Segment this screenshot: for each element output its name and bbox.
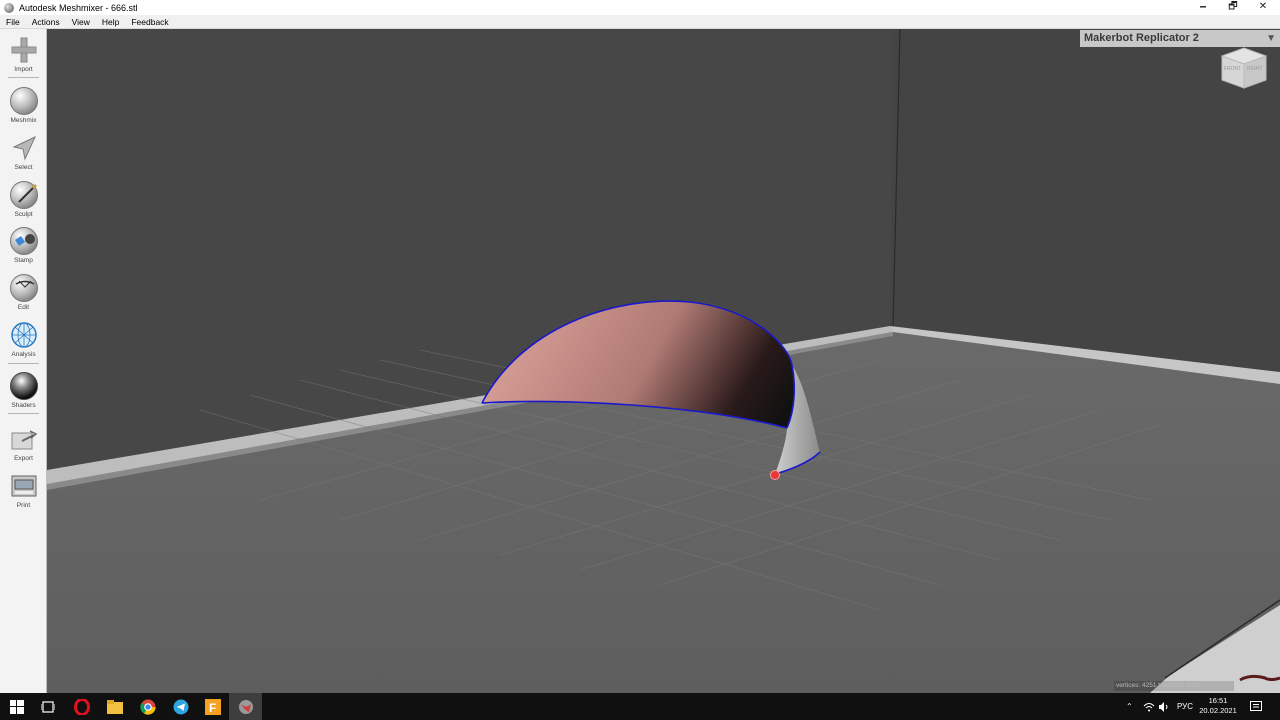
- svg-text:F: F: [209, 701, 216, 715]
- meshmixer-app-icon: [4, 2, 14, 13]
- volume-icon[interactable]: [1158, 693, 1170, 720]
- meshmix-label: Meshmix: [10, 117, 37, 124]
- edit-icon: [9, 274, 38, 302]
- edit-label: Edit: [17, 304, 30, 311]
- tool-separator: [8, 363, 39, 364]
- printer-selector[interactable]: Makerbot Replicator 2 ▼: [1080, 30, 1280, 47]
- export-button[interactable]: Export: [0, 425, 47, 462]
- arrow-cursor-icon: [10, 134, 38, 162]
- printer-icon: [10, 472, 38, 500]
- chrome-icon: [139, 699, 156, 715]
- import-button[interactable]: Import: [0, 36, 47, 73]
- taskbar-clock[interactable]: 16:51 20.02.2021: [1196, 696, 1240, 716]
- task-view-button[interactable]: [31, 693, 64, 720]
- chrome-taskbar-button[interactable]: [131, 693, 164, 720]
- shaders-label: Shaders: [11, 402, 36, 409]
- tray-overflow-icon[interactable]: ⌃: [1126, 693, 1133, 720]
- windows-taskbar: F ⌃ РУС 16:51 20.02.2021: [0, 693, 1280, 720]
- stamp-icon: [9, 227, 38, 255]
- menu-help[interactable]: Help: [96, 17, 125, 27]
- menu-view[interactable]: View: [66, 17, 96, 27]
- menu-actions[interactable]: Actions: [26, 17, 66, 27]
- cube-front-label: FRONT: [1224, 66, 1241, 72]
- export-folder-icon: [10, 425, 38, 453]
- meshmixer-icon: [238, 699, 253, 714]
- export-label: Export: [14, 455, 33, 462]
- edit-button[interactable]: Edit: [0, 274, 47, 311]
- stamp-label: Stamp: [14, 257, 33, 264]
- select-label: Select: [14, 164, 33, 171]
- notifications-icon[interactable]: [1250, 693, 1262, 720]
- language-indicator[interactable]: РУС: [1177, 693, 1193, 720]
- start-button[interactable]: [0, 693, 33, 720]
- title-bar: Autodesk Meshmixer - 666.stl 🗕 🗗 ✕: [0, 0, 1280, 15]
- sculpt-label: Sculpt: [14, 211, 33, 218]
- meshmix-button[interactable]: Meshmix: [0, 87, 47, 124]
- opera-taskbar-button[interactable]: [65, 693, 98, 720]
- tool-separator: [8, 77, 39, 78]
- clock-date: 20.02.2021: [1199, 706, 1237, 715]
- close-button[interactable]: ✕: [1246, 0, 1280, 15]
- view-cube[interactable]: FRONT RIGHT: [1220, 47, 1268, 89]
- import-label: Import: [14, 66, 33, 73]
- plus-icon: [10, 36, 38, 64]
- analysis-wireframe-icon: [10, 321, 38, 349]
- shaders-button[interactable]: Shaders: [0, 372, 47, 409]
- analysis-button[interactable]: Analysis: [0, 321, 47, 358]
- menu-file[interactable]: File: [0, 17, 26, 27]
- opera-icon: [73, 698, 90, 715]
- analysis-label: Analysis: [11, 351, 36, 358]
- folder-icon: [106, 699, 123, 714]
- task-view-icon: [40, 700, 55, 713]
- minimize-button[interactable]: 🗕: [1186, 0, 1220, 15]
- windows-logo-icon: [9, 699, 24, 714]
- maximize-button[interactable]: 🗗: [1216, 0, 1250, 15]
- tool-separator: [8, 413, 39, 414]
- select-button[interactable]: Select: [0, 134, 47, 171]
- wifi-icon[interactable]: [1143, 693, 1155, 720]
- sculpt-button[interactable]: Sculpt: [0, 181, 47, 218]
- mesh-stats: vertices: 4251 triangles: 8186: [1114, 681, 1234, 691]
- fusion-f-icon: F: [204, 698, 221, 715]
- sculpt-brush-icon: [9, 181, 38, 209]
- scene-canvas[interactable]: FRONT RIGHT: [47, 29, 1280, 693]
- meshmix-sphere-icon: [9, 87, 38, 115]
- menu-feedback[interactable]: Feedback: [125, 17, 174, 27]
- telegram-taskbar-button[interactable]: [164, 693, 197, 720]
- shaders-sphere-icon: [9, 372, 38, 400]
- window-title: Autodesk Meshmixer - 666.stl: [19, 2, 138, 13]
- dropdown-arrow-icon: ▼: [1266, 33, 1276, 44]
- print-label: Print: [16, 502, 31, 509]
- 3d-viewport[interactable]: FRONT RIGHT: [47, 29, 1280, 693]
- menu-bar: File Actions View Help Feedback: [0, 15, 1280, 29]
- cube-right-label: RIGHT: [1247, 66, 1263, 72]
- explorer-taskbar-button[interactable]: [98, 693, 131, 720]
- tool-panel: Import Meshmix Select Sculpt Stamp Edit …: [0, 29, 47, 693]
- printer-name: Makerbot Replicator 2: [1084, 32, 1199, 44]
- clock-time: 16:51: [1208, 696, 1228, 705]
- telegram-icon: [173, 699, 188, 714]
- stamp-button[interactable]: Stamp: [0, 227, 47, 264]
- meshmixer-taskbar-button[interactable]: [229, 693, 262, 720]
- fusion-taskbar-button[interactable]: F: [196, 693, 229, 720]
- print-button[interactable]: Print: [0, 472, 47, 509]
